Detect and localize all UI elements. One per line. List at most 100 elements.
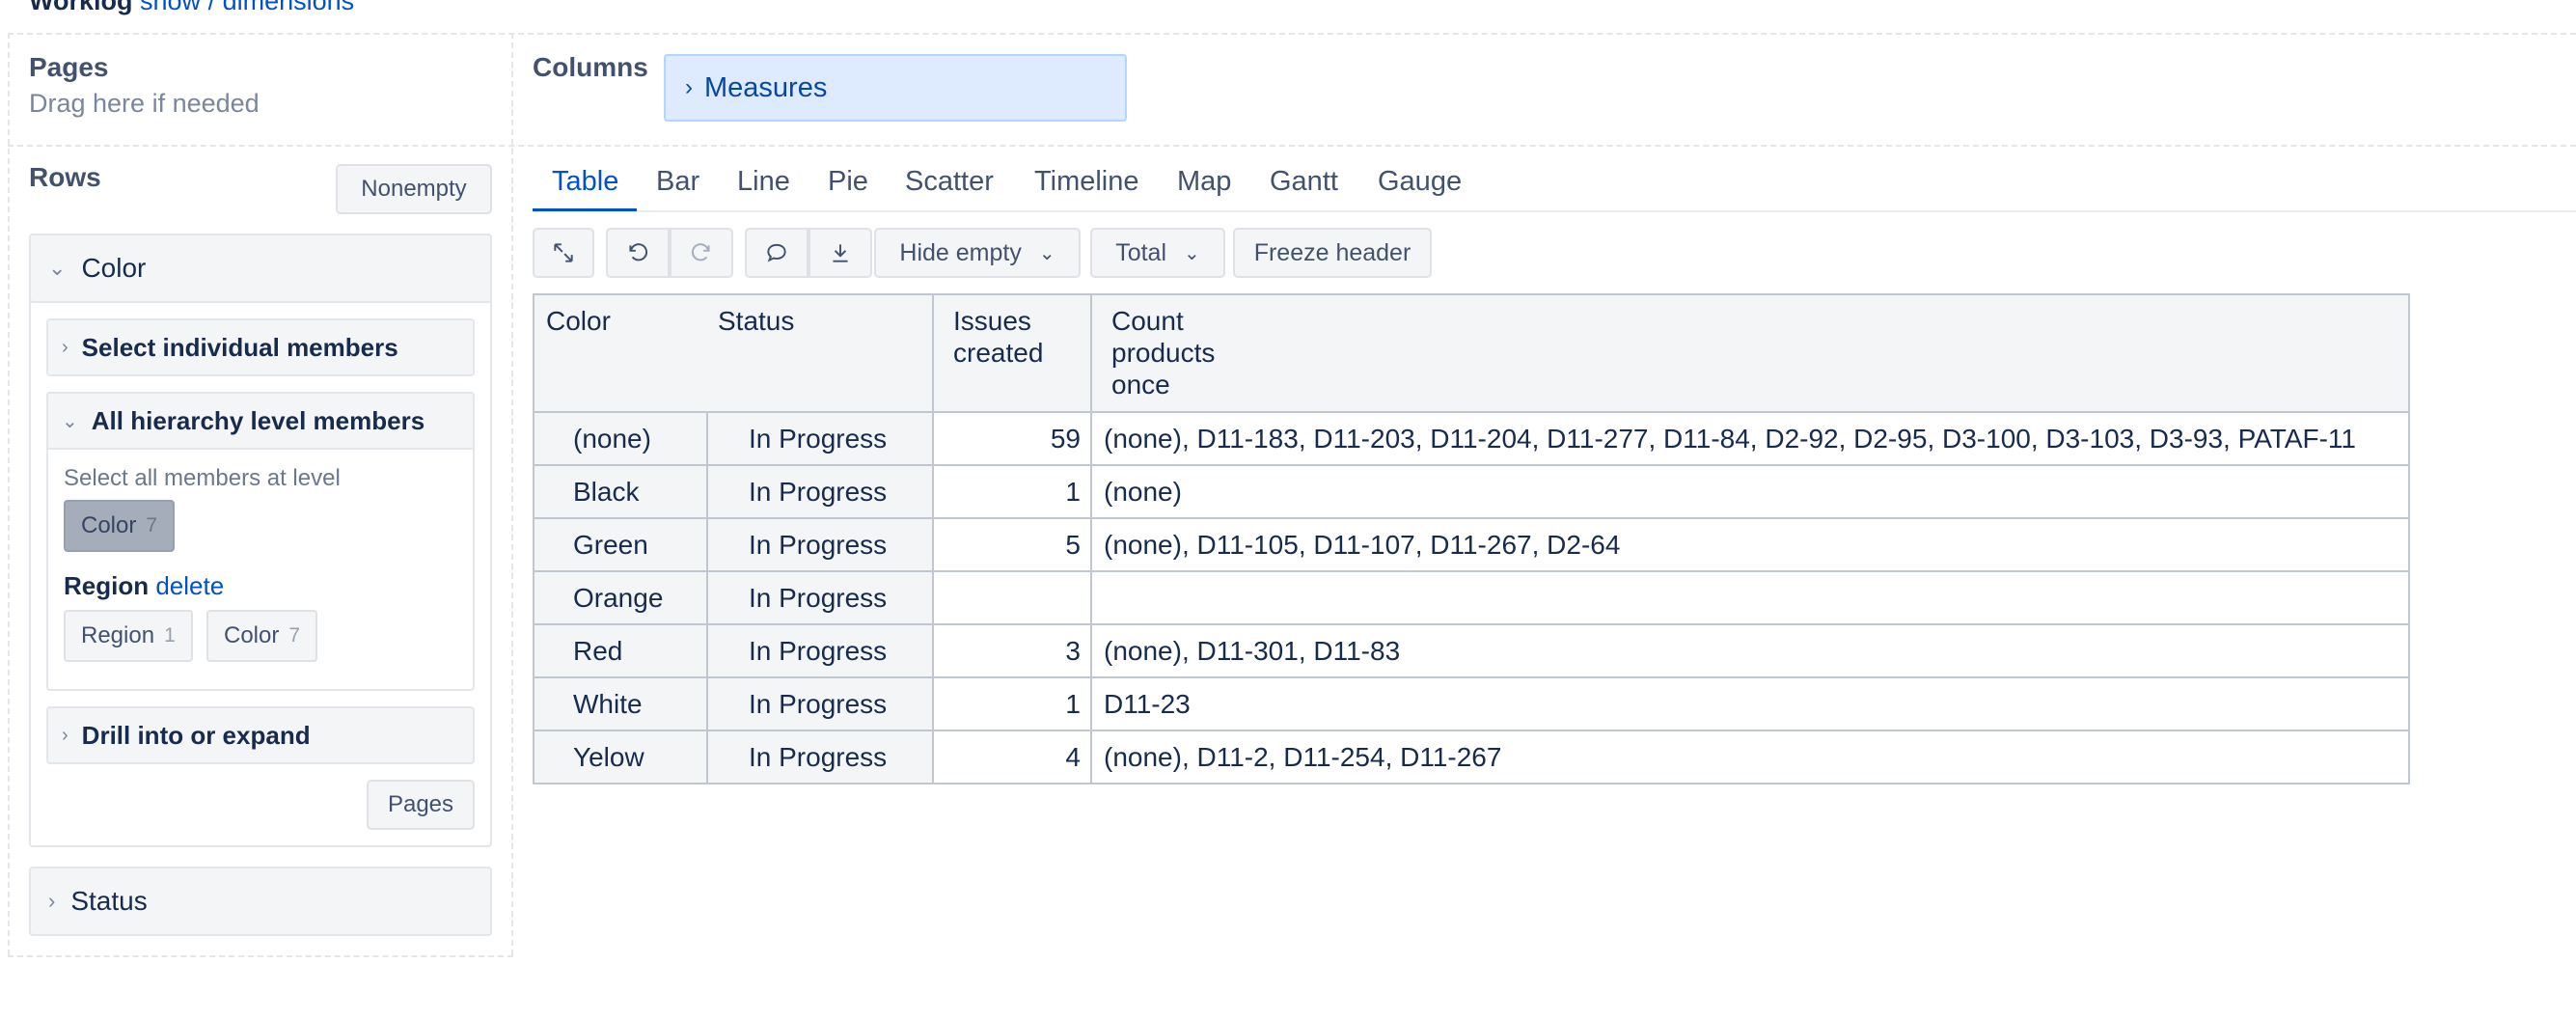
chevron-right-icon: › xyxy=(48,889,56,913)
region-row: Region delete xyxy=(64,571,224,601)
chip-count: 7 xyxy=(288,624,301,647)
download-button[interactable] xyxy=(808,228,872,278)
issues-cell: 4 xyxy=(932,730,1092,785)
count-products-header[interactable]: Count products once xyxy=(1090,293,2410,413)
tab-timeline[interactable]: Timeline xyxy=(1034,166,1139,198)
region-label: Region xyxy=(64,571,150,600)
issues-cell: 3 xyxy=(932,623,1092,678)
chevron-down-icon: ⌄ xyxy=(1038,242,1055,264)
row-header-color[interactable]: White xyxy=(533,676,708,731)
hide-empty-label: Hide empty xyxy=(899,238,1022,266)
issues-created-label: Issues created xyxy=(953,306,1044,368)
report-header: Worklog show / dimensions xyxy=(29,0,354,16)
total-dropdown[interactable]: Total ⌄ xyxy=(1090,228,1225,278)
select-individual-label: Select individual members xyxy=(81,332,398,362)
pages-button[interactable]: Pages xyxy=(367,780,475,830)
chevron-down-icon: ⌄ xyxy=(48,256,67,280)
undo-icon xyxy=(629,243,648,262)
count-products-label: Count products once xyxy=(1111,306,1216,399)
tab-bar[interactable]: Bar xyxy=(656,166,699,198)
table-row: Green In Progress 5 (none), D11-105, D11… xyxy=(533,517,2410,572)
tab-line[interactable]: Line xyxy=(737,166,790,198)
chip-count: 7 xyxy=(146,514,158,537)
tab-map[interactable]: Map xyxy=(1177,166,1231,198)
products-cell: (none), D11-2, D11-254, D11-267 xyxy=(1090,730,2410,785)
table-row: Red In Progress 3 (none), D11-301, D11-8… xyxy=(533,623,2410,678)
separator: / xyxy=(207,0,216,15)
pages-title: Pages xyxy=(29,52,109,82)
chevron-right-icon: › xyxy=(62,724,69,746)
row-header-status[interactable]: In Progress xyxy=(706,570,934,625)
tab-gauge[interactable]: Gauge xyxy=(1378,166,1462,198)
comment-icon xyxy=(767,243,786,262)
table-row: (none) In Progress 59 (none), D11-183, D… xyxy=(533,411,2410,466)
tab-gantt[interactable]: Gantt xyxy=(1270,166,1338,198)
row-header-status[interactable]: In Progress xyxy=(706,623,934,678)
status-dimension-header[interactable]: › Status xyxy=(29,867,492,936)
region-delete-link[interactable]: delete xyxy=(155,571,224,600)
freeze-header-button[interactable]: Freeze header xyxy=(1233,228,1432,278)
chip-label: Color xyxy=(224,622,280,648)
pages-drop-hint[interactable]: Drag here if needed xyxy=(29,89,260,119)
products-cell: (none), D11-183, D11-203, D11-204, D11-2… xyxy=(1090,411,2410,466)
report-table: Color Status Issues created Count produc… xyxy=(533,293,2410,785)
chip-label: Color xyxy=(81,512,137,538)
tab-scatter[interactable]: Scatter xyxy=(905,166,994,198)
drill-into-expand[interactable]: › Drill into or expand xyxy=(46,706,475,764)
show-link[interactable]: show xyxy=(140,0,201,15)
divider xyxy=(8,33,10,955)
select-individual-members[interactable]: › Select individual members xyxy=(46,318,475,376)
status-dimension-title: Status xyxy=(70,886,148,916)
rows-title: Rows xyxy=(29,162,101,192)
table-row: White In Progress 1 D11-23 xyxy=(533,676,2410,731)
divider xyxy=(8,145,2576,147)
chip-label: Region xyxy=(81,622,155,648)
comment-button[interactable] xyxy=(745,228,808,278)
columns-title: Columns xyxy=(533,52,648,82)
row-header-status[interactable]: In Progress xyxy=(706,517,934,572)
redo-icon xyxy=(691,243,710,262)
tab-pie[interactable]: Pie xyxy=(828,166,868,198)
select-all-hint: Select all members at level xyxy=(64,465,341,491)
products-cell: (none), D11-105, D11-107, D11-267, D2-64 xyxy=(1090,517,2410,572)
hide-empty-dropdown[interactable]: Hide empty ⌄ xyxy=(874,228,1081,278)
row-header-status[interactable]: In Progress xyxy=(706,411,934,466)
drill-label: Drill into or expand xyxy=(81,720,311,750)
row-header-status[interactable]: In Progress xyxy=(706,730,934,785)
issues-cell: 1 xyxy=(932,676,1092,731)
color-dimension-header[interactable]: ⌄ Color xyxy=(29,234,492,303)
color-dimension-title: Color xyxy=(81,253,147,283)
row-header-color[interactable]: Green xyxy=(533,517,708,572)
all-hierarchy-header[interactable]: ⌄ All hierarchy level members xyxy=(46,392,475,450)
measures-dimension[interactable]: › Measures xyxy=(664,54,1127,122)
table-row: Black In Progress 1 (none) xyxy=(533,464,2410,519)
expand-icon xyxy=(554,243,573,262)
products-cell: D11-23 xyxy=(1090,676,2410,731)
chip-count: 1 xyxy=(164,624,176,647)
table-row: Orange In Progress xyxy=(533,570,2410,625)
nonempty-button[interactable]: Nonempty xyxy=(336,164,492,214)
divider xyxy=(8,955,513,957)
region-chip-region[interactable]: Region 1 xyxy=(64,610,193,662)
issues-created-header[interactable]: Issues created xyxy=(932,293,1092,413)
dimensions-link[interactable]: dimensions xyxy=(223,0,355,15)
row-header-color[interactable]: (none) xyxy=(533,411,708,466)
row-header-color[interactable]: Black xyxy=(533,464,708,519)
download-icon xyxy=(833,244,848,262)
undo-button[interactable] xyxy=(606,228,670,278)
level-chip-color[interactable]: Color 7 xyxy=(64,500,176,552)
divider xyxy=(511,33,513,955)
report-title: Worklog xyxy=(29,0,133,15)
row-header-color[interactable]: Orange xyxy=(533,570,708,625)
chevron-right-icon: › xyxy=(685,74,693,100)
row-header-color[interactable]: Yelow xyxy=(533,730,708,785)
fullscreen-button[interactable] xyxy=(533,228,594,278)
tab-table[interactable]: Table xyxy=(552,166,618,198)
row-header-status[interactable]: In Progress xyxy=(706,676,934,731)
products-cell xyxy=(1090,570,2410,625)
region-chip-color[interactable]: Color 7 xyxy=(206,610,318,662)
chevron-right-icon: › xyxy=(62,336,69,358)
row-header-color[interactable]: Red xyxy=(533,623,708,678)
row-header-status[interactable]: In Progress xyxy=(706,464,934,519)
redo-button[interactable] xyxy=(670,228,733,278)
